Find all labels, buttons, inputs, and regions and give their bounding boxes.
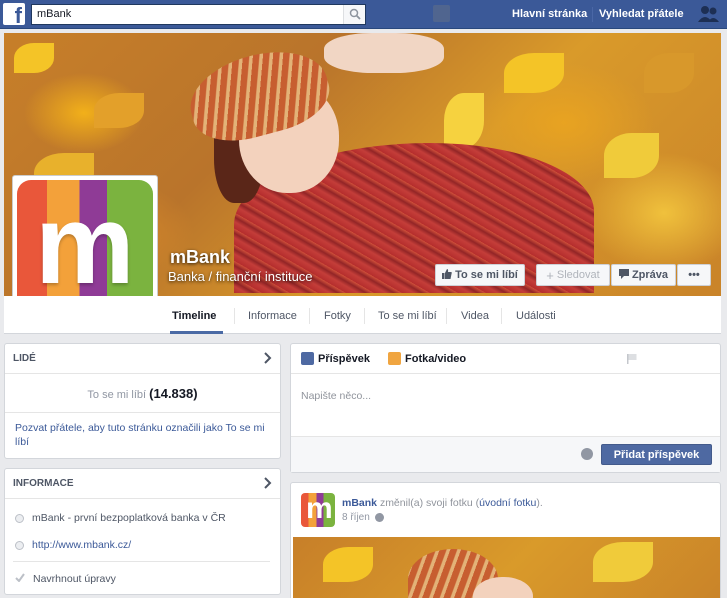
people-box: LIDÉ To se mi líbí (14.838) Pozvat přáte… bbox=[4, 343, 281, 459]
composer-tab-post[interactable]: Příspěvek bbox=[301, 352, 370, 365]
more-button[interactable]: ••• bbox=[677, 264, 711, 286]
globe-icon bbox=[374, 513, 384, 522]
search-input[interactable]: mBank bbox=[37, 8, 71, 20]
globe-icon bbox=[15, 540, 24, 550]
likes-count[interactable]: To se mi líbí (14.838) bbox=[5, 386, 280, 401]
top-bar: f mBank Hlavní stránka Vyhledat přátele bbox=[0, 0, 727, 29]
emoji-icon[interactable] bbox=[581, 448, 593, 460]
tab-timeline[interactable]: Timeline bbox=[172, 310, 216, 322]
info-box: INFORMACE mBank - první bezpoplatková ba… bbox=[4, 468, 281, 595]
composer-footer: Přidat příspěvek bbox=[291, 436, 720, 472]
invite-friends-link[interactable]: Pozvat přátele, aby tuto stránku označil… bbox=[15, 421, 270, 449]
nav-home-link[interactable]: Hlavní stránka bbox=[512, 8, 587, 20]
story-photo[interactable] bbox=[293, 537, 720, 598]
info-description: mBank - první bezpoplatková banka v ČR bbox=[32, 512, 226, 524]
like-button[interactable]: To se mi líbí bbox=[435, 264, 525, 286]
avatar[interactable]: m bbox=[301, 493, 335, 527]
info-icon bbox=[15, 513, 24, 523]
search-icon[interactable] bbox=[343, 5, 365, 24]
composer-tab-photo[interactable]: Fotka/video bbox=[388, 352, 466, 365]
like-button-label: To se mi líbí bbox=[455, 269, 518, 281]
nav-divider bbox=[592, 7, 593, 22]
story-author-link[interactable]: mBank bbox=[342, 497, 377, 509]
page-title[interactable]: mBank bbox=[170, 247, 230, 268]
website-link[interactable]: http://www.mbank.cz/ bbox=[32, 539, 131, 551]
chevron-right-icon[interactable] bbox=[264, 352, 272, 364]
page-category[interactable]: Banka / finanční instituce bbox=[168, 269, 313, 284]
suggest-edit-label: Navrhnout úpravy bbox=[33, 573, 116, 585]
flag-icon[interactable] bbox=[627, 354, 637, 364]
composer: Příspěvek Fotka/video Napište něco... Př… bbox=[290, 343, 721, 473]
search-box[interactable]: mBank bbox=[31, 4, 366, 25]
thumbs-up-icon bbox=[442, 268, 452, 282]
checkmark-icon bbox=[15, 573, 25, 585]
page-tabs: Timeline Informace Fotky To se mi líbí V… bbox=[4, 296, 721, 334]
timeline-story: m mBank změnil(a) svoji fotku (úvodní fo… bbox=[290, 482, 721, 598]
story-headline: mBank změnil(a) svoji fotku (úvodní fotk… bbox=[342, 497, 543, 509]
chevron-right-icon[interactable] bbox=[264, 477, 272, 489]
follow-button[interactable]: + Sledovat bbox=[536, 264, 610, 286]
tab-videa[interactable]: Videa bbox=[461, 310, 489, 322]
page-avatar-icon[interactable] bbox=[433, 5, 450, 22]
tab-udalosti[interactable]: Události bbox=[516, 310, 556, 322]
friend-requests-icon[interactable] bbox=[697, 4, 721, 24]
more-icon: ••• bbox=[688, 269, 700, 281]
message-icon bbox=[618, 268, 629, 282]
message-button-label: Zpráva bbox=[631, 269, 669, 281]
plus-icon: + bbox=[546, 267, 554, 283]
facebook-logo-icon[interactable]: f bbox=[3, 3, 25, 27]
suggest-edit-row[interactable]: Navrhnout úpravy bbox=[15, 573, 116, 585]
nav-find-friends-link[interactable]: Vyhledat přátele bbox=[599, 8, 684, 20]
follow-button-label: Sledovat bbox=[556, 269, 600, 281]
active-tab-indicator bbox=[170, 331, 223, 334]
message-button[interactable]: Zpráva bbox=[611, 264, 676, 286]
info-description-row: mBank - první bezpoplatková banka v ČR bbox=[15, 512, 226, 524]
tab-to-se-mi-libi[interactable]: To se mi líbí bbox=[378, 310, 437, 322]
cover-photo-link[interactable]: úvodní fotku bbox=[479, 497, 536, 509]
add-post-button[interactable]: Přidat příspěvek bbox=[601, 444, 712, 465]
post-input[interactable]: Napište něco... bbox=[301, 390, 371, 402]
info-website-row: http://www.mbank.cz/ bbox=[15, 539, 131, 551]
tab-fotky[interactable]: Fotky bbox=[324, 310, 351, 322]
info-title[interactable]: INFORMACE bbox=[13, 478, 74, 489]
story-timestamp[interactable]: 8 říjen bbox=[342, 512, 384, 523]
people-title[interactable]: LIDÉ bbox=[13, 353, 36, 364]
tab-informace[interactable]: Informace bbox=[248, 310, 297, 322]
pencil-icon bbox=[301, 352, 314, 365]
photo-icon bbox=[388, 352, 401, 365]
